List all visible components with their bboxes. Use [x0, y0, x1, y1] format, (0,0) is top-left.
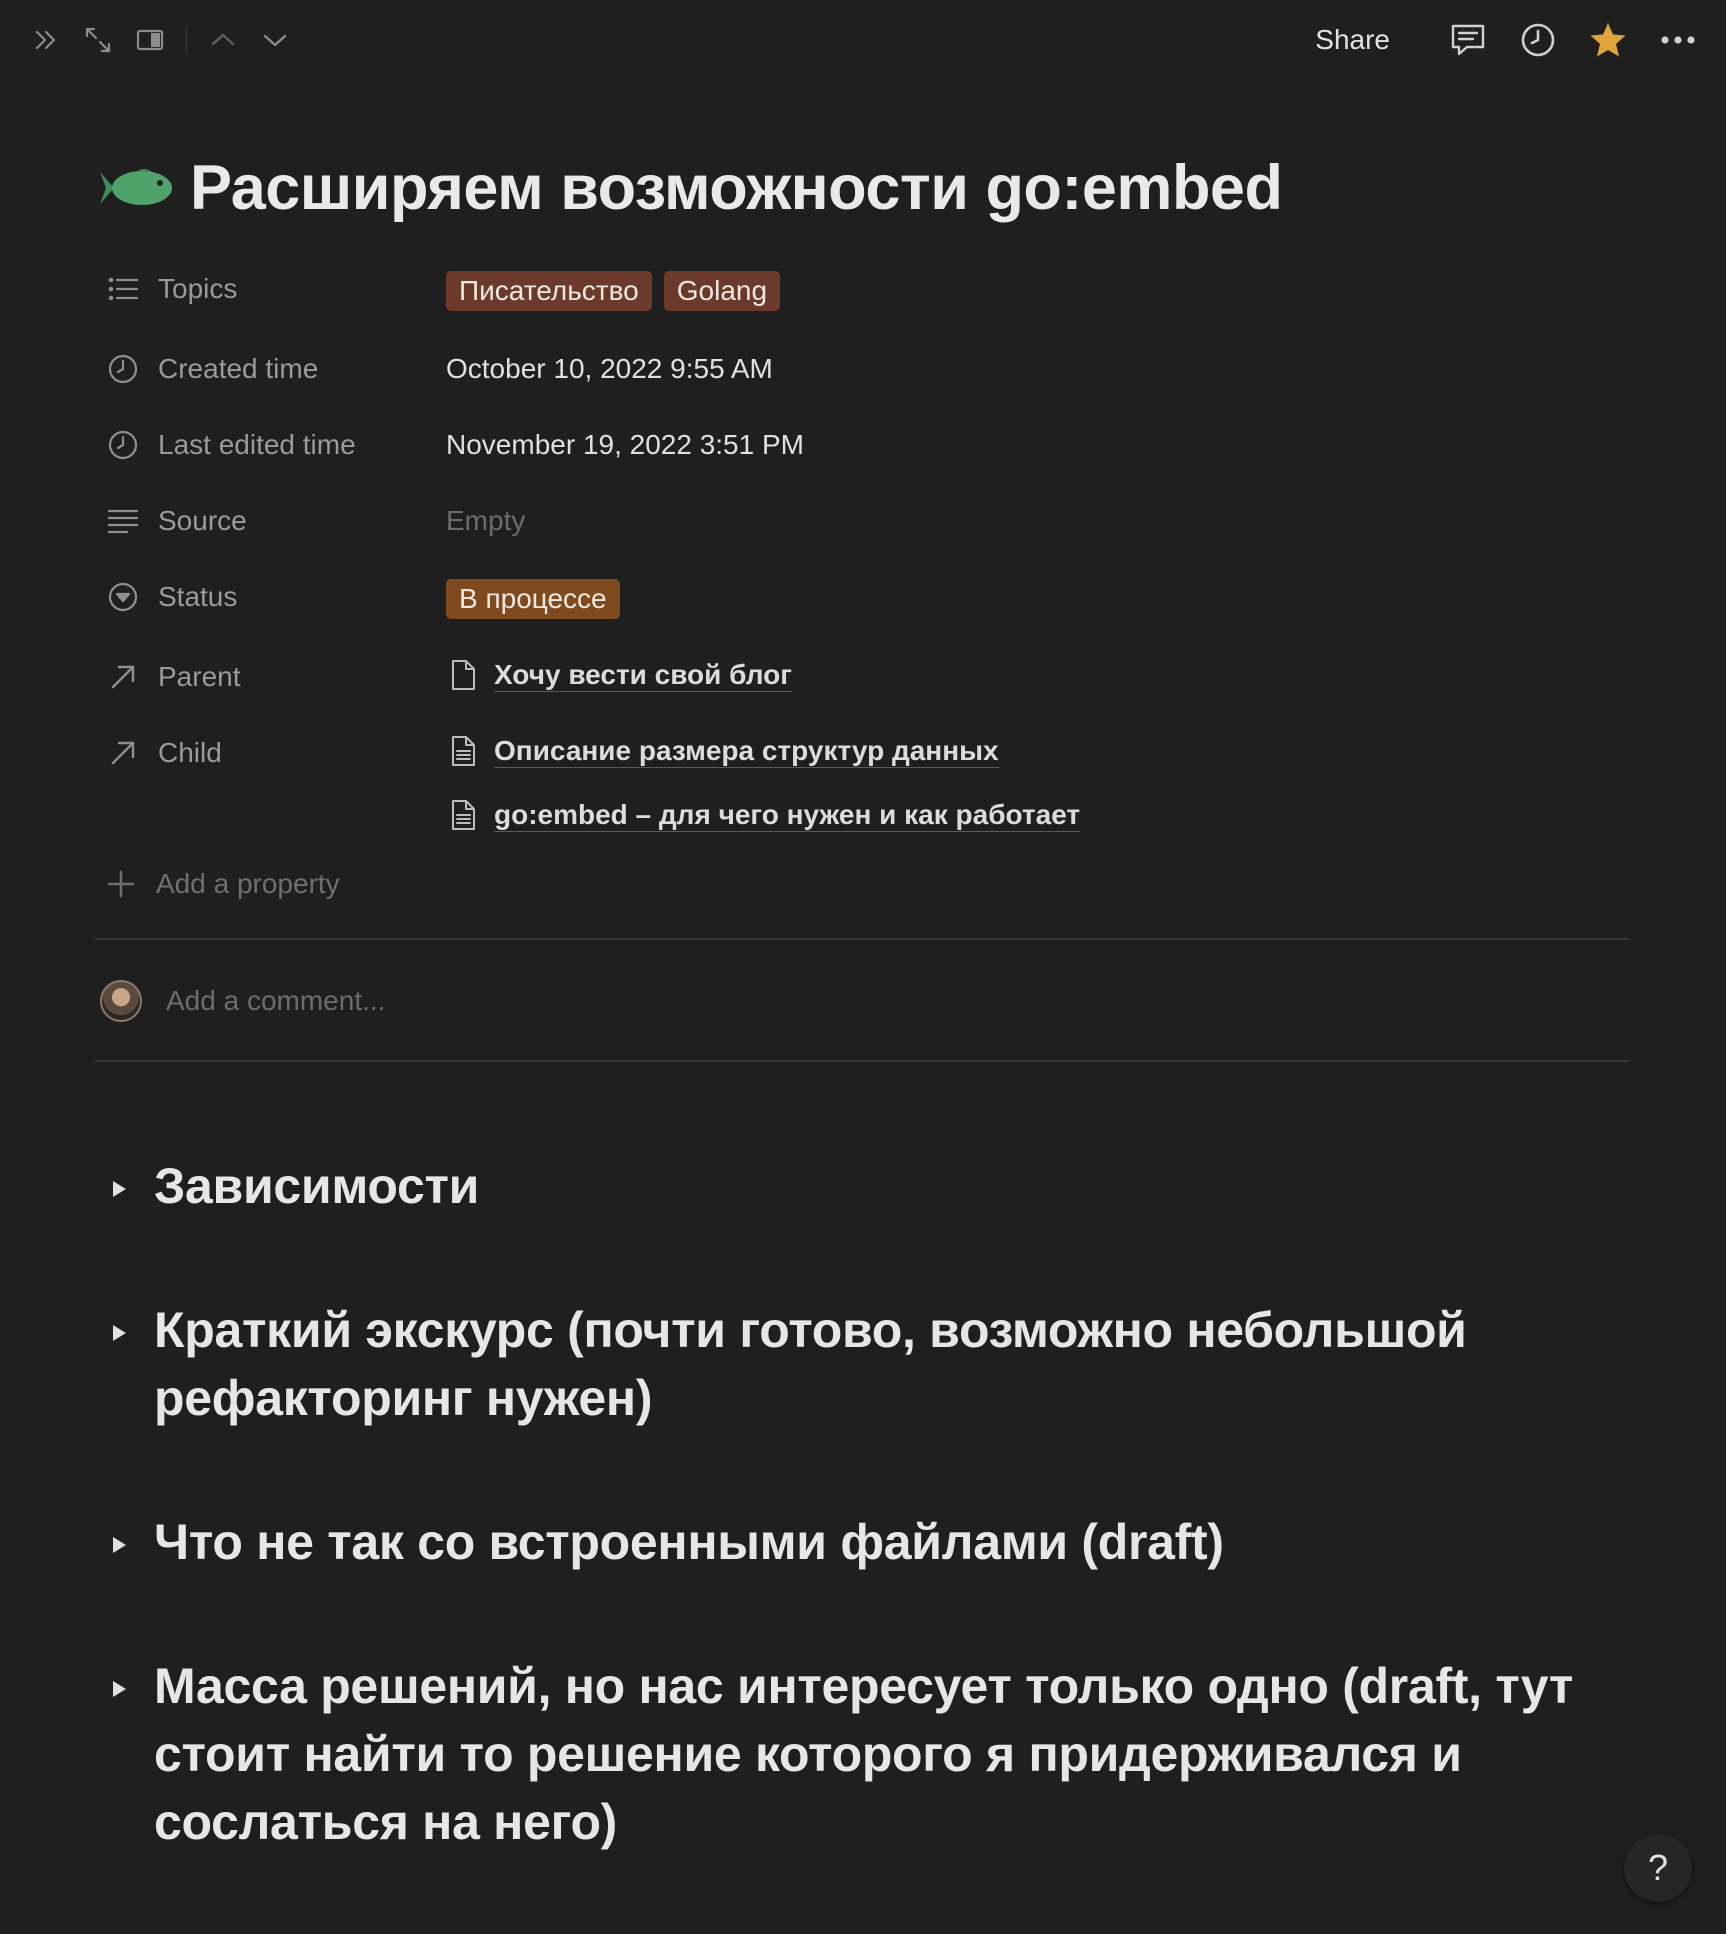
chevron-up-icon[interactable]: [203, 20, 243, 60]
topics-value[interactable]: Писательство Golang: [446, 269, 792, 313]
toggle-heading[interactable]: Краткий экскурс (почти готово, возможно …: [154, 1296, 1646, 1432]
help-button[interactable]: ?: [1624, 1834, 1692, 1902]
topbar-right: Share: [1315, 18, 1700, 62]
comment-input[interactable]: [166, 985, 966, 1017]
property-label: Topics: [158, 273, 238, 304]
plus-icon: [107, 870, 135, 898]
status-icon: [106, 580, 140, 614]
toggle-block[interactable]: Что не так со встроенными файлами (draft…: [106, 1508, 1646, 1576]
status-badge[interactable]: В процессе: [446, 579, 620, 619]
title-row: Расширяем возможности go:embed: [96, 152, 1283, 224]
child-link-text[interactable]: go:embed – для чего нужен и как работает: [494, 799, 1081, 832]
property-parent[interactable]: Parent: [106, 655, 241, 699]
created-time-value: October 10, 2022 9:55 AM: [446, 353, 773, 384]
child-page-link[interactable]: go:embed – для чего нужен и как работает: [446, 798, 1081, 832]
toggle-triangle-icon[interactable]: [106, 1176, 132, 1202]
property-topics[interactable]: Topics: [106, 267, 237, 311]
property-label: Last edited time: [158, 429, 356, 460]
more-icon[interactable]: [1656, 18, 1700, 62]
page-text-icon: [452, 736, 475, 766]
property-label: Child: [158, 737, 222, 768]
child-value-1[interactable]: Описание размера структур данных: [446, 729, 999, 773]
divider: [94, 938, 1630, 940]
list-icon: [106, 272, 140, 306]
toggle-triangle-icon[interactable]: [106, 1676, 132, 1702]
page: Share Расширяем возможности go:embed Top…: [0, 0, 1726, 1934]
share-button[interactable]: Share: [1315, 24, 1390, 56]
double-chevron-right-icon[interactable]: [26, 20, 66, 60]
parent-page-link[interactable]: Хочу вести свой блог: [446, 658, 792, 692]
tag-pisatelstvo[interactable]: Писательство: [446, 271, 652, 311]
child-link-text[interactable]: Описание размера структур данных: [494, 735, 999, 768]
property-label: Created time: [158, 353, 319, 384]
fish-icon[interactable]: [96, 164, 176, 212]
topbar: Share: [0, 0, 1726, 80]
toggle-triangle-icon[interactable]: [106, 1532, 132, 1558]
property-label: Parent: [158, 661, 241, 692]
toggle-heading[interactable]: Что не так со встроенными файлами (draft…: [154, 1508, 1224, 1576]
toggle-block[interactable]: Краткий экскурс (почти готово, возможно …: [106, 1296, 1646, 1432]
property-status[interactable]: Status: [106, 575, 237, 619]
star-icon[interactable]: [1586, 18, 1630, 62]
add-property-button[interactable]: Add a property: [106, 868, 340, 900]
toolbar-separator: [186, 26, 187, 54]
status-value[interactable]: В процессе: [446, 577, 632, 621]
comment-icon[interactable]: [1446, 18, 1490, 62]
page-icon: [452, 660, 475, 690]
add-property-label: Add a property: [156, 868, 340, 899]
page-title[interactable]: Расширяем возможности go:embed: [190, 152, 1283, 224]
text-lines-icon: [106, 504, 140, 538]
clock-icon: [106, 428, 140, 462]
property-label: Status: [158, 581, 238, 612]
clock-icon[interactable]: [1516, 18, 1560, 62]
last-edited-time-value: November 19, 2022 3:51 PM: [446, 429, 804, 460]
avatar: [100, 980, 142, 1022]
tag-golang[interactable]: Golang: [663, 271, 781, 311]
property-source[interactable]: Source: [106, 499, 247, 543]
property-last-edited-time[interactable]: Last edited time: [106, 423, 356, 467]
toggle-heading[interactable]: Зависимости: [154, 1152, 479, 1220]
toggle-block[interactable]: Масса решений, но нас интересует только …: [106, 1652, 1646, 1856]
clock-icon: [106, 352, 140, 386]
toggle-triangle-icon[interactable]: [106, 1320, 132, 1346]
topbar-left: [26, 20, 307, 60]
property-child[interactable]: Child: [106, 731, 222, 775]
arrow-up-right-icon: [106, 660, 140, 694]
comment-row: [100, 980, 966, 1022]
toggle-heading[interactable]: Масса решений, но нас интересует только …: [154, 1652, 1646, 1856]
sidebar-toggle-icon[interactable]: [130, 20, 170, 60]
property-label: Source: [158, 505, 247, 536]
property-created-time[interactable]: Created time: [106, 347, 318, 391]
arrow-up-right-icon: [106, 736, 140, 770]
child-page-link[interactable]: Описание размера структур данных: [446, 734, 999, 768]
expand-icon[interactable]: [78, 20, 118, 60]
page-text-icon: [452, 800, 475, 830]
toggle-block[interactable]: Зависимости: [106, 1152, 1646, 1220]
source-value[interactable]: Empty: [446, 499, 525, 543]
divider: [94, 1060, 1630, 1062]
parent-value[interactable]: Хочу вести свой блог: [446, 653, 792, 697]
child-value-2[interactable]: go:embed – для чего нужен и как работает: [446, 793, 1081, 837]
parent-link-text[interactable]: Хочу вести свой блог: [494, 659, 792, 692]
chevron-down-icon[interactable]: [255, 20, 295, 60]
